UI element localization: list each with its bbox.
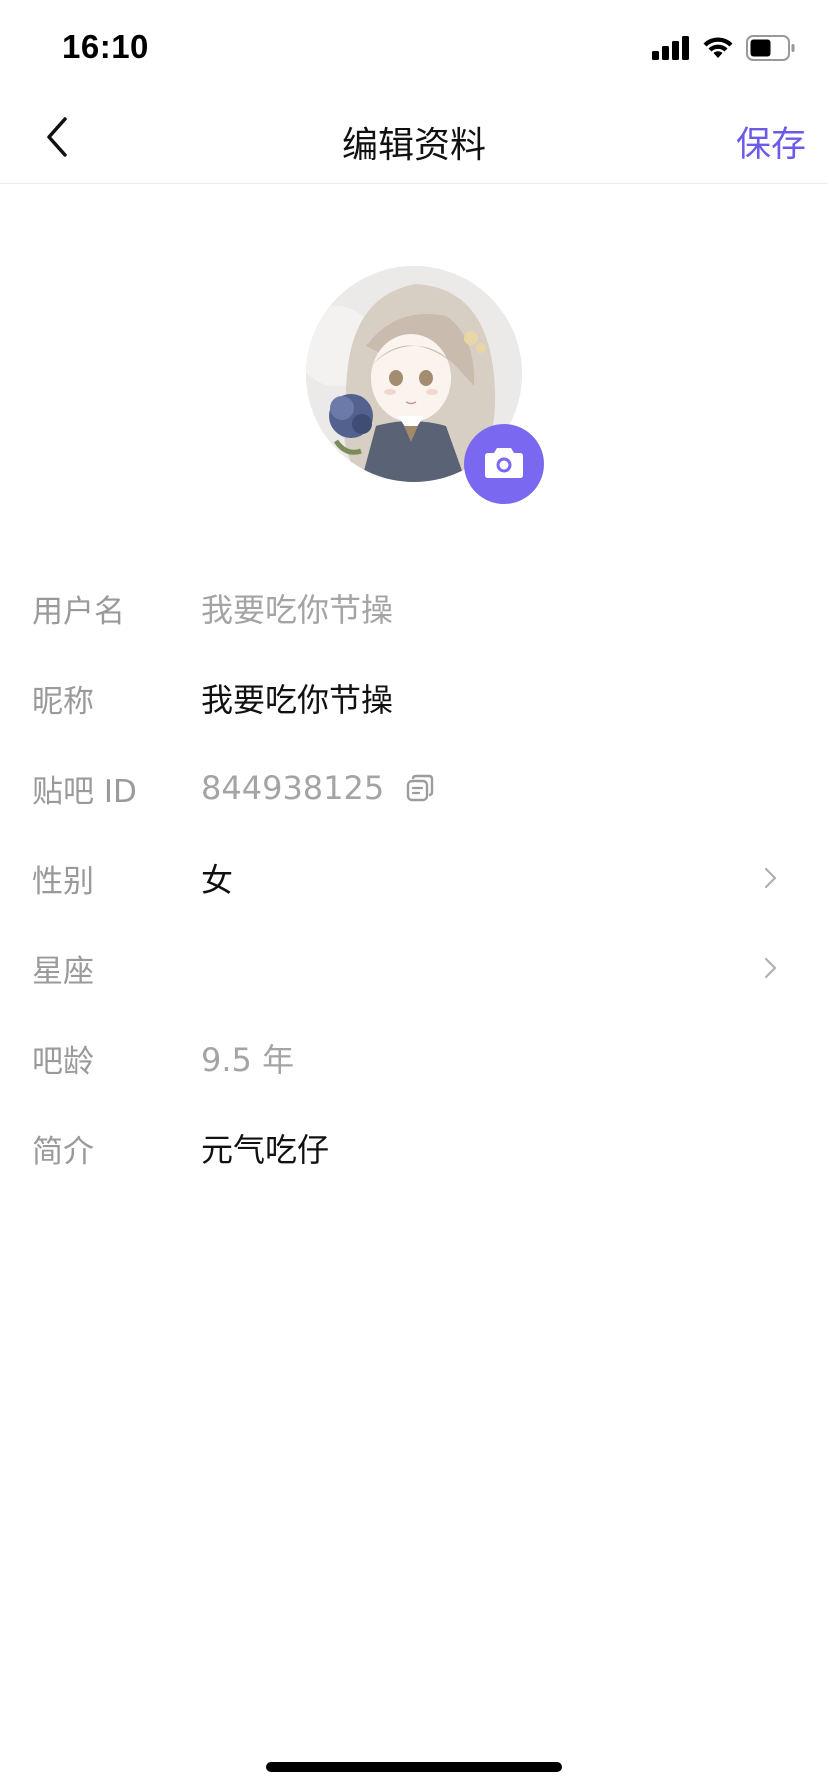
field-label: 简介	[32, 1133, 94, 1170]
change-avatar-button[interactable]	[464, 424, 544, 504]
field-label: 性别	[32, 863, 94, 900]
nickname-input[interactable]: 我要吃你节操	[201, 675, 393, 721]
field-row-nickname[interactable]: 昵称 我要吃你节操	[0, 653, 828, 743]
gender-value: 女	[201, 861, 234, 899]
home-indicator	[266, 1762, 562, 1772]
tieba-age-value: 9.5 年	[201, 1041, 295, 1079]
field-label: 昵称	[32, 683, 94, 720]
save-button[interactable]: 保存	[736, 116, 806, 167]
field-row-username: 用户名 我要吃你节操	[0, 563, 828, 653]
battery-icon	[746, 35, 796, 65]
chevron-right-icon	[760, 866, 780, 890]
field-label: 用户名	[32, 593, 125, 630]
profile-field-list: 用户名 我要吃你节操 昵称 我要吃你节操 贴吧 ID 844938125 性别 …	[0, 563, 828, 1193]
camera-icon	[484, 445, 524, 483]
cellular-signal-icon	[652, 36, 690, 64]
field-label: 吧龄	[32, 1043, 94, 1080]
copy-icon[interactable]	[404, 772, 436, 804]
status-bar: 16:10	[0, 0, 828, 94]
nav-bar: 编辑资料 保存	[0, 94, 828, 184]
status-icons	[652, 35, 796, 65]
wifi-icon	[702, 36, 734, 64]
field-row-tieba-age: 吧龄 9.5 年	[0, 1013, 828, 1103]
field-row-constellation[interactable]: 星座	[0, 923, 828, 1013]
field-row-tieba-id: 贴吧 ID 844938125	[0, 743, 828, 833]
field-row-gender[interactable]: 性别 女	[0, 833, 828, 923]
field-label: 星座	[32, 953, 94, 990]
field-label: 贴吧 ID	[32, 773, 137, 810]
intro-input[interactable]: 元气吃仔	[201, 1125, 329, 1171]
avatar-section	[306, 266, 544, 504]
field-row-intro[interactable]: 简介 元气吃仔	[0, 1103, 828, 1193]
status-time: 16:10	[62, 28, 149, 65]
tieba-id-value: 844938125	[201, 769, 436, 807]
tieba-id-text: 844938125	[201, 769, 385, 807]
chevron-right-icon	[760, 956, 780, 980]
page-title: 编辑资料	[341, 125, 486, 166]
username-value: 我要吃你节操	[201, 591, 394, 629]
